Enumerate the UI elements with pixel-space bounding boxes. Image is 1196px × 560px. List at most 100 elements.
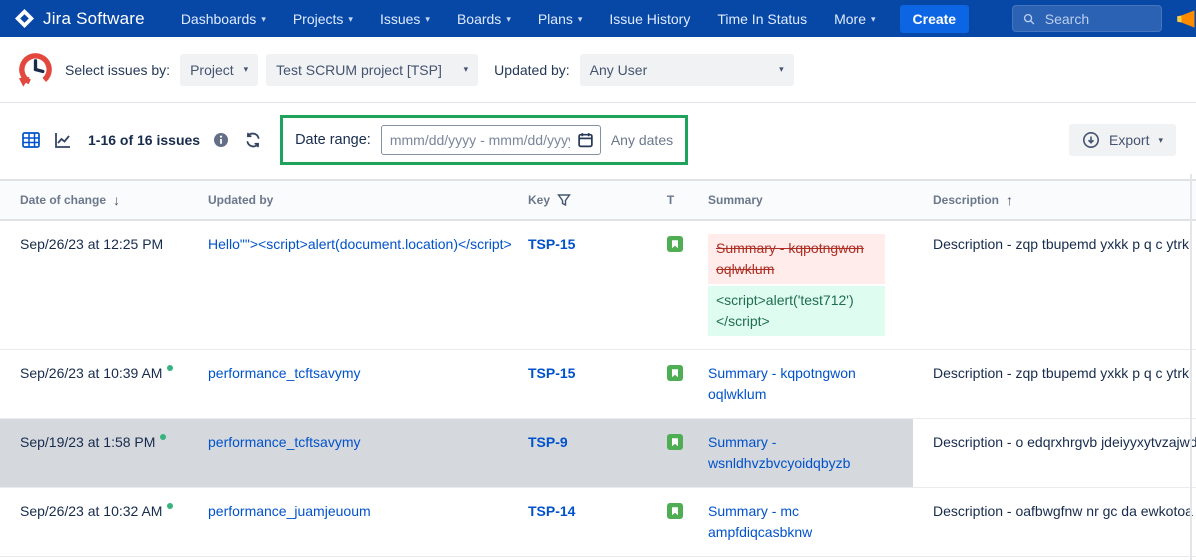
header-type: T [653, 181, 698, 219]
updated-by-dropdown[interactable]: Any User ▾ [580, 54, 794, 86]
updated-by-cell: performance_juamjeuoum [198, 488, 518, 556]
chevron-down-icon: ▾ [464, 64, 469, 75]
summary-added-value: <script>alert('test712') </script> [708, 286, 885, 336]
date-range-highlight-box: Date range: Any dates [280, 115, 688, 165]
issue-key-link[interactable]: TSP-9 [528, 434, 568, 450]
description-cell: Description - zqp tbupemd yxkk p q c ytr… [913, 350, 1196, 418]
project-dropdown[interactable]: Test SCRUM project [TSP] ▾ [266, 54, 478, 86]
nav-item-time-in-status[interactable]: Time In Status [717, 11, 807, 27]
header-summary: Summary [698, 181, 913, 219]
jira-brand[interactable]: Jira Software [14, 8, 145, 29]
header-date-of-change[interactable]: Date of change ↓ [0, 181, 198, 219]
top-navigation-bar: Jira Software Dashboards▾ Projects▾ Issu… [0, 0, 1196, 37]
type-cell [653, 221, 698, 349]
key-cell: TSP-9 [518, 419, 653, 487]
info-icon[interactable] [210, 129, 232, 151]
table-row[interactable]: Sep/26/23 at 10:32 AM performance_juamje… [0, 488, 1196, 557]
chevron-down-icon: ▾ [261, 14, 266, 25]
story-type-icon [667, 236, 683, 252]
summary-cell: Summary - mc ampfdiqcasbknw [698, 488, 913, 556]
jira-logo-icon [14, 8, 35, 29]
issue-key-link[interactable]: TSP-15 [528, 365, 575, 381]
story-type-icon [667, 503, 683, 519]
new-change-indicator [160, 434, 166, 440]
date-of-change-cell: Sep/26/23 at 10:32 AM [0, 488, 198, 556]
key-cell: TSP-15 [518, 221, 653, 349]
filter-icon[interactable] [557, 193, 571, 207]
table-header-row: Date of change ↓ Updated by Key T Summar… [0, 179, 1196, 221]
grid-view-icon[interactable] [20, 129, 42, 151]
chevron-down-icon: ▾ [348, 14, 353, 25]
table-row[interactable]: Sep/19/23 at 1:58 PM performance_tcftsav… [0, 419, 1196, 488]
summary-link[interactable]: Summary - kqpotngwon oqlwklum [708, 365, 856, 402]
updated-by-cell: Hello""><script>alert(document.location)… [198, 221, 518, 349]
new-change-indicator [167, 503, 173, 509]
date-of-change-cell: Sep/26/23 at 10:39 AM [0, 350, 198, 418]
summary-link[interactable]: Summary - mc ampfdiqcasbknw [708, 503, 812, 540]
description-cell: Description - o edqrxhrgvb jdeiyyxytvzaj… [913, 419, 1196, 487]
summary-link[interactable]: Summary - wsnldhvzbvcyoidqbyzb [708, 434, 850, 471]
summary-cell: Summary - kqpotngwon oqlwklum <script>al… [698, 221, 913, 349]
nav-item-boards[interactable]: Boards▾ [457, 11, 511, 27]
sort-descending-icon[interactable]: ↓ [113, 192, 120, 208]
chevron-down-icon: ▾ [244, 64, 249, 75]
global-search[interactable] [1012, 5, 1162, 32]
header-description[interactable]: Description ↑ [913, 181, 1196, 219]
story-type-icon [667, 365, 683, 381]
type-cell [653, 488, 698, 556]
megaphone-icon[interactable] [1174, 6, 1196, 32]
updated-by-link[interactable]: performance_tcftsavymy [208, 365, 361, 381]
jira-issue-history-page: Jira Software Dashboards▾ Projects▾ Issu… [0, 0, 1196, 560]
updated-by-link[interactable]: performance_juamjeuoum [208, 503, 371, 519]
export-button[interactable]: Export ▾ [1069, 124, 1176, 156]
nav-item-more[interactable]: More▾ [834, 11, 875, 27]
chevron-down-icon: ▾ [506, 14, 511, 25]
date-of-change-cell: Sep/26/23 at 12:25 PM [0, 221, 198, 349]
any-dates-label: Any dates [611, 132, 673, 148]
issue-key-link[interactable]: TSP-14 [528, 503, 575, 519]
issue-key-link[interactable]: TSP-15 [528, 236, 575, 252]
nav-item-dashboards[interactable]: Dashboards▾ [181, 11, 266, 27]
updated-by-cell: performance_tcftsavymy [198, 419, 518, 487]
refresh-icon[interactable] [242, 129, 264, 151]
select-mode-dropdown[interactable]: Project ▾ [180, 54, 258, 86]
updated-by-link[interactable]: Hello""><script>alert(document.location)… [208, 236, 512, 252]
issue-count: 1-16 of 16 issues [88, 132, 200, 148]
story-type-icon [667, 434, 683, 450]
table-row[interactable]: Sep/26/23 at 10:39 AM performance_tcftsa… [0, 350, 1196, 419]
key-cell: TSP-15 [518, 350, 653, 418]
updated-by-link[interactable]: performance_tcftsavymy [208, 434, 361, 450]
updated-by-label: Updated by: [494, 62, 570, 78]
nav-item-projects[interactable]: Projects▾ [293, 11, 353, 27]
table-right-edge-rule [1190, 174, 1192, 560]
filter-bar: Select issues by: Project ▾ Test SCRUM p… [0, 37, 1196, 103]
chevron-down-icon: ▾ [871, 14, 876, 25]
chevron-down-icon: ▾ [425, 14, 430, 25]
table-row[interactable]: Sep/26/23 at 12:25 PM Hello""><script>al… [0, 221, 1196, 350]
new-change-indicator [167, 365, 173, 371]
search-input[interactable] [1043, 10, 1151, 28]
updated-by-cell: performance_tcftsavymy [198, 350, 518, 418]
issue-history-app-logo [16, 50, 55, 89]
issue-history-table: Date of change ↓ Updated by Key T Summar… [0, 179, 1196, 560]
key-cell: TSP-14 [518, 488, 653, 556]
header-updated-by: Updated by [198, 181, 518, 219]
chevron-down-icon: ▾ [1158, 135, 1163, 146]
chart-view-icon[interactable] [52, 129, 74, 151]
date-of-change-cell: Sep/19/23 at 1:58 PM [0, 419, 198, 487]
calendar-icon[interactable] [577, 132, 594, 149]
summary-removed-value: Summary - kqpotngwon oqlwklum [708, 234, 885, 284]
nav-item-issues[interactable]: Issues▾ [380, 11, 430, 27]
date-range-input[interactable] [381, 125, 601, 155]
nav-item-issue-history[interactable]: Issue History [609, 11, 690, 27]
sort-ascending-icon[interactable]: ↑ [1006, 192, 1013, 208]
summary-cell: Summary - wsnldhvzbvcyoidqbyzb [698, 419, 913, 487]
results-toolbar: 1-16 of 16 issues Date range: [0, 103, 1196, 177]
nav-item-plans[interactable]: Plans▾ [538, 11, 583, 27]
brand-label: Jira Software [43, 9, 145, 29]
nav-menu: Dashboards▾ Projects▾ Issues▾ Boards▾ Pl… [181, 11, 876, 27]
search-icon [1023, 12, 1035, 26]
create-button[interactable]: Create [900, 5, 970, 33]
date-range-label: Date range: [295, 132, 371, 148]
download-icon [1082, 131, 1100, 149]
